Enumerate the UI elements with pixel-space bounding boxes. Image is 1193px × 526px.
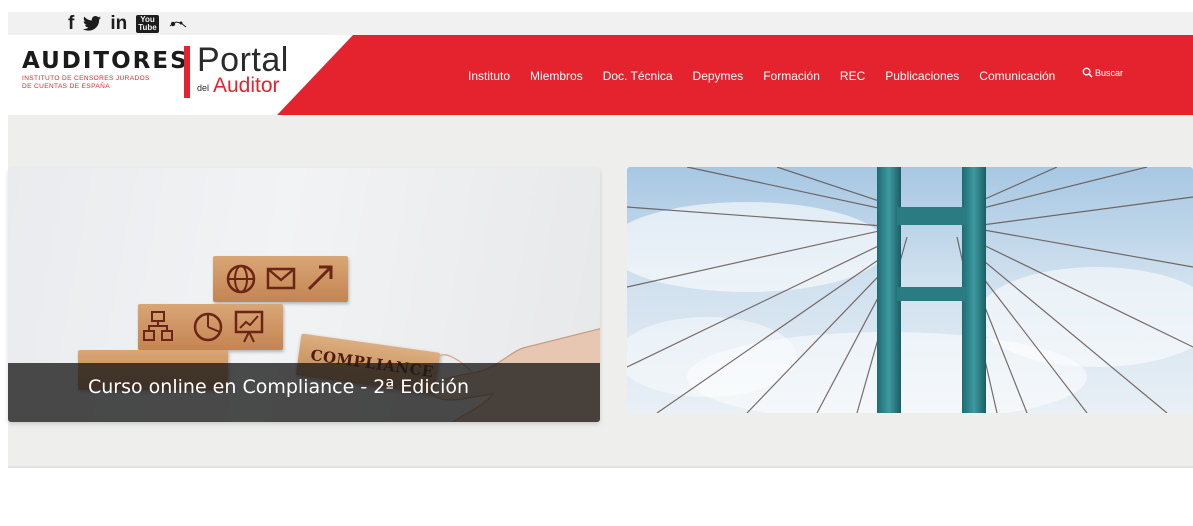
slide-caption[interactable]: Curso online en Compliance - 2ª Edición	[8, 363, 600, 422]
auditores-logo[interactable]: AUDITORES Instituto de Censores Jurados …	[22, 49, 189, 91]
auditores-logo-subtitle-2: de Cuentas de España	[22, 83, 110, 90]
main-nav: Instituto Miembros Doc. Técnica Depymes …	[468, 69, 1075, 83]
nav-item-miembros[interactable]: Miembros	[530, 69, 583, 83]
facebook-icon[interactable]: f	[68, 13, 74, 34]
bridge-image	[627, 167, 1193, 413]
hero-divider	[8, 466, 1193, 468]
youtube-icon[interactable]: You Tube	[136, 14, 159, 33]
search-button[interactable]: Buscar	[1082, 67, 1123, 78]
auditores-logo-wordmark: AUDITORES	[22, 48, 189, 74]
block-middle	[138, 304, 283, 350]
search-label: Buscar	[1095, 67, 1124, 78]
slide-bridge[interactable]	[627, 167, 1193, 413]
nav-item-doc-tecnica[interactable]: Doc. Técnica	[603, 69, 673, 83]
flickr-icon[interactable]	[168, 19, 188, 29]
nav-item-depymes[interactable]: Depymes	[693, 69, 744, 83]
portal-logo-del: del	[197, 83, 210, 93]
youtube-bottom-text: Tube	[138, 22, 157, 32]
slide-caption-text: Curso online en Compliance - 2ª Edición	[88, 376, 470, 398]
social-bar: f in You Tube	[8, 12, 1193, 35]
nav-item-comunicacion[interactable]: Comunicación	[979, 69, 1055, 83]
nav-item-formacion[interactable]: Formación	[763, 69, 820, 83]
portal-logo-title: Portal	[197, 41, 289, 79]
twitter-icon[interactable]	[83, 16, 102, 31]
social-links: f in You Tube	[68, 13, 188, 34]
site-header: AUDITORES Instituto de Censores Jurados …	[8, 35, 1193, 115]
search-icon	[1082, 67, 1093, 78]
slide-compliance[interactable]: COMPLIANCE Curso online en Compliance - …	[8, 168, 600, 422]
chart-icons	[143, 310, 264, 343]
linkedin-icon[interactable]: in	[110, 13, 127, 34]
block-top	[213, 256, 348, 302]
nav-item-instituto[interactable]: Instituto	[468, 69, 510, 83]
nav-item-publicaciones[interactable]: Publicaciones	[885, 69, 959, 83]
portal-logo-bar	[184, 46, 190, 98]
portal-logo-auditor: Auditor	[213, 74, 280, 97]
nav-item-rec[interactable]: REC	[840, 69, 865, 83]
auditores-logo-subtitle-1: Instituto de Censores Jurados	[22, 75, 150, 82]
globe-mail-arrow-icons	[226, 264, 333, 294]
